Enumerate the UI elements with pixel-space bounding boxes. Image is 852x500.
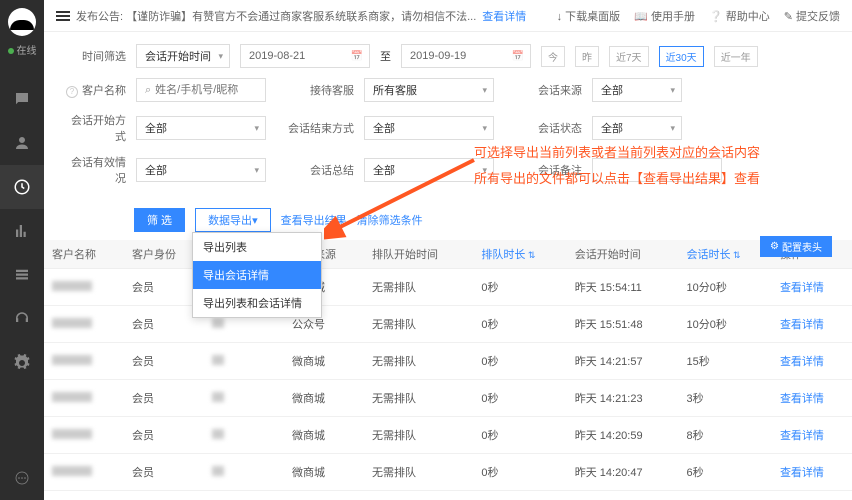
clear-filter-link[interactable]: 清除筛选条件 (357, 212, 423, 228)
filter-panel: 时间筛选 会话开始时间 2019-08-21 至 2019-09-19 今 昨 … (44, 32, 852, 204)
end-mode-label: 会话结束方式 (276, 120, 354, 136)
chart-icon[interactable] (0, 209, 44, 253)
dropdown-export-list[interactable]: 导出列表 (193, 233, 321, 261)
session-table: 客户名称客户身份接待客服会话来源排队开始时间排队时长 ⇅会话开始时间会话时长 ⇅… (44, 240, 852, 491)
col-0[interactable]: 客户名称 (44, 240, 124, 269)
sidebar: 在线 (0, 0, 44, 500)
total-select[interactable]: 全部 (364, 158, 494, 182)
table-row: 会员微商城无需排队0秒昨天 14:20:598秒查看详情 (44, 417, 852, 454)
chat-icon[interactable] (0, 77, 44, 121)
time-filter-select[interactable]: 会话开始时间 (136, 44, 230, 68)
table-row: 会员公众号无需排队0秒昨天 15:51:4810分0秒查看详情 (44, 306, 852, 343)
view-detail-action[interactable]: 查看详情 (780, 356, 824, 368)
help-link[interactable]: ❔ 帮助中心 (709, 8, 770, 24)
manual-link[interactable]: 📖 使用手册 (634, 8, 695, 24)
total-label: 会话总结 (276, 162, 354, 178)
headset-icon[interactable] (0, 297, 44, 341)
avatar[interactable] (8, 8, 36, 36)
remark-input[interactable] (592, 158, 722, 182)
chip-last30[interactable]: 近30天 (659, 46, 704, 67)
agent-select[interactable]: 所有客服 (364, 78, 494, 102)
table-row: 会员微商城无需排队0秒昨天 14:20:476秒查看详情 (44, 454, 852, 491)
search-icon: ⌕ (145, 84, 151, 97)
help-icon[interactable]: ? (66, 86, 78, 98)
view-detail-action[interactable]: 查看详情 (780, 393, 824, 405)
customer-label: ?客户名称 (64, 82, 126, 98)
view-detail-action[interactable]: 查看详情 (780, 467, 824, 479)
start-mode-label: 会话开始方式 (64, 112, 126, 144)
agent-label: 接待客服 (276, 82, 354, 98)
menu-toggle-icon[interactable] (56, 11, 70, 21)
view-detail-action[interactable]: 查看详情 (780, 319, 824, 331)
export-button[interactable]: 数据导出 ▾ (195, 208, 271, 232)
gear-icon[interactable] (0, 341, 44, 385)
start-mode-select[interactable]: 全部 (136, 116, 266, 140)
source-label: 会话来源 (504, 82, 582, 98)
dropdown-export-both[interactable]: 导出列表和会话详情 (193, 289, 321, 317)
source-select[interactable]: 全部 (592, 78, 682, 102)
end-mode-select[interactable]: 全部 (364, 116, 494, 140)
view-detail-action[interactable]: 查看详情 (780, 282, 824, 294)
download-link[interactable]: ↓ 下载桌面版 (557, 8, 621, 24)
user-icon[interactable] (0, 121, 44, 165)
more-icon[interactable] (0, 456, 44, 500)
date-to-input[interactable]: 2019-09-19 (401, 44, 531, 68)
date-sep: 至 (380, 48, 391, 64)
table-row: 会员微商城无需排队0秒昨天 14:21:5715秒查看详情 (44, 343, 852, 380)
announcement: 发布公告: 【谨防诈骗】有赞官方不会通过商家客服系统联系商家，请勿相信不法... (76, 8, 476, 24)
date-from-input[interactable]: 2019-08-21 (240, 44, 370, 68)
topbar: 发布公告: 【谨防诈骗】有赞官方不会通过商家客服系统联系商家，请勿相信不法...… (44, 0, 852, 32)
chip-lastyear[interactable]: 近一年 (714, 46, 758, 67)
time-filter-label: 时间筛选 (64, 48, 126, 64)
customer-input[interactable]: ⌕ (136, 78, 266, 102)
col-4[interactable]: 排队开始时间 (364, 240, 473, 269)
col-7[interactable]: 会话时长 ⇅ (679, 240, 772, 269)
remark-label: 会话备注 (504, 162, 582, 178)
status-select[interactable]: 全部 (592, 116, 682, 140)
feedback-link[interactable]: ✎ 提交反馈 (784, 8, 840, 24)
filter-button[interactable]: 筛 选 (134, 208, 185, 232)
view-detail-action[interactable]: 查看详情 (780, 430, 824, 442)
status-label: 会话状态 (504, 120, 582, 136)
clock-icon[interactable] (0, 165, 44, 209)
col-6[interactable]: 会话开始时间 (567, 240, 679, 269)
status-indicator[interactable]: 在线 (8, 42, 37, 57)
view-export-link[interactable]: 查看导出结果 (281, 212, 347, 228)
chip-yesterday[interactable]: 昨 (575, 46, 599, 67)
dropdown-export-detail[interactable]: 导出会话详情 (193, 261, 321, 289)
action-row: 筛 选 数据导出 ▾ 查看导出结果 清除筛选条件 导出列表 导出会话详情 导出列… (44, 204, 852, 240)
col-5[interactable]: 排队时长 ⇅ (473, 240, 566, 269)
valid-label: 会话有效情况 (64, 154, 126, 186)
table-row: 会员微商城无需排队0秒昨天 14:21:233秒查看详情 (44, 380, 852, 417)
export-dropdown: 导出列表 导出会话详情 导出列表和会话详情 (192, 232, 322, 318)
view-detail-link[interactable]: 查看详情 (482, 8, 526, 24)
table-row: 会员微商城无需排队0秒昨天 15:54:1110分0秒查看详情 (44, 269, 852, 306)
valid-select[interactable]: 全部 (136, 158, 266, 182)
list-icon[interactable] (0, 253, 44, 297)
config-header-button[interactable]: ⚙ 配置表头 (760, 236, 832, 257)
chip-today[interactable]: 今 (541, 46, 565, 67)
chip-last7[interactable]: 近7天 (609, 46, 649, 67)
